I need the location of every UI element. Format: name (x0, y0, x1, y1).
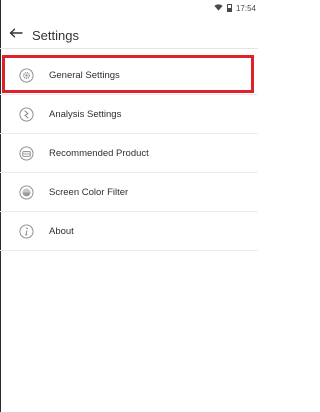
status-time: 17:54 (235, 3, 256, 13)
menu-item-recommended-product[interactable]: Recommended Product (0, 134, 258, 173)
product-icon (19, 145, 34, 161)
menu-item-label: Screen Color Filter (49, 186, 129, 198)
back-button[interactable] (3, 18, 29, 48)
color-filter-icon (19, 184, 34, 200)
gear-icon (19, 67, 34, 83)
menu-item-label: General Settings (49, 69, 120, 81)
app-bar: Settings (0, 18, 258, 49)
menu-item-about[interactable]: About (0, 212, 258, 251)
analysis-icon (19, 106, 34, 122)
wifi-icon (214, 3, 223, 13)
menu-item-label: Recommended Product (49, 147, 149, 159)
battery-icon (226, 4, 232, 12)
status-bar: 17:54 (214, 0, 258, 16)
arrow-left-icon (9, 28, 23, 38)
info-icon (19, 223, 34, 239)
settings-menu: General Settings Analysis Settings Recom… (0, 56, 258, 251)
menu-item-label: Analysis Settings (49, 108, 122, 120)
menu-item-general-settings[interactable]: General Settings (0, 56, 258, 95)
menu-item-analysis-settings[interactable]: Analysis Settings (0, 95, 258, 134)
page-title: Settings (32, 27, 79, 43)
menu-item-screen-color-filter[interactable]: Screen Color Filter (0, 173, 258, 212)
menu-item-label: About (49, 225, 74, 237)
